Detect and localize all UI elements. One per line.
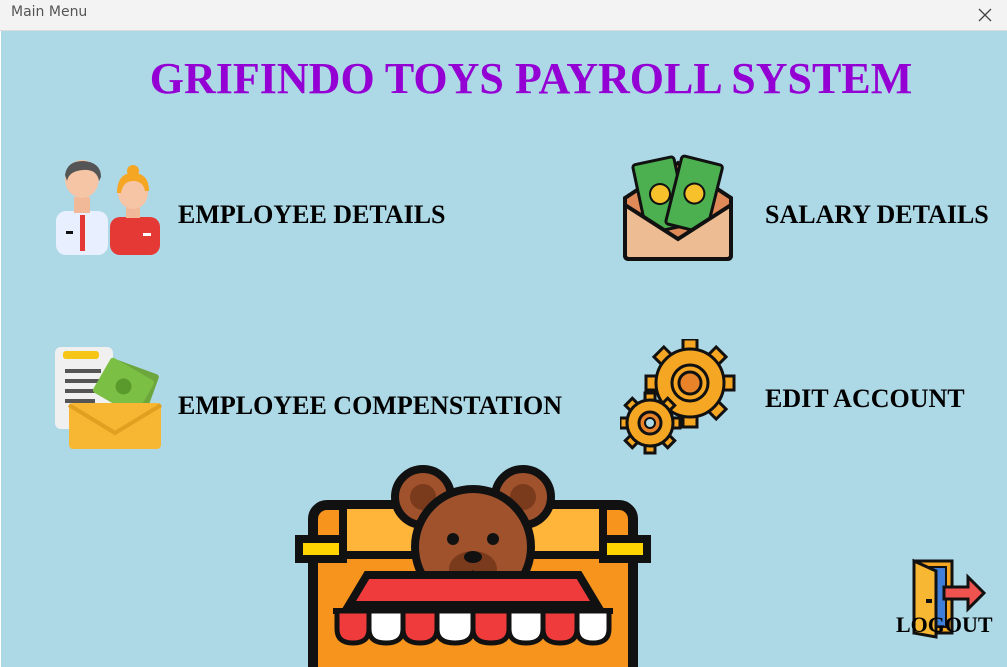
window-title: Main Menu — [11, 4, 88, 20]
page-title: GRIFINDO TOYS PAYROLL SYSTEM — [149, 54, 913, 103]
main-panel: GRIFINDO TOYS PAYROLL SYSTEM EMPLOYEE DE… — [1, 31, 1007, 667]
logout-button[interactable]: LOGOUT — [896, 612, 993, 638]
compensation-document-icon[interactable] — [53, 345, 165, 451]
employee-compensation-button[interactable]: EMPLOYEE COMPENSTATION — [178, 391, 562, 421]
gears-icon[interactable] — [620, 339, 736, 455]
salary-details-button[interactable]: SALARY DETAILS — [765, 200, 989, 230]
title-bar: Main Menu — [0, 0, 1007, 31]
money-envelope-icon[interactable] — [621, 153, 736, 263]
teddy-bear-toy-shop-icon — [295, 465, 651, 667]
close-icon[interactable] — [975, 5, 995, 25]
main-menu-window: Main Menu GRIFINDO TOYS PAYROLL SYSTEM E… — [0, 0, 1007, 667]
employees-icon[interactable] — [53, 159, 163, 257]
employee-details-button[interactable]: EMPLOYEE DETAILS — [178, 200, 446, 230]
edit-account-button[interactable]: EDIT ACCOUNT — [765, 384, 965, 414]
